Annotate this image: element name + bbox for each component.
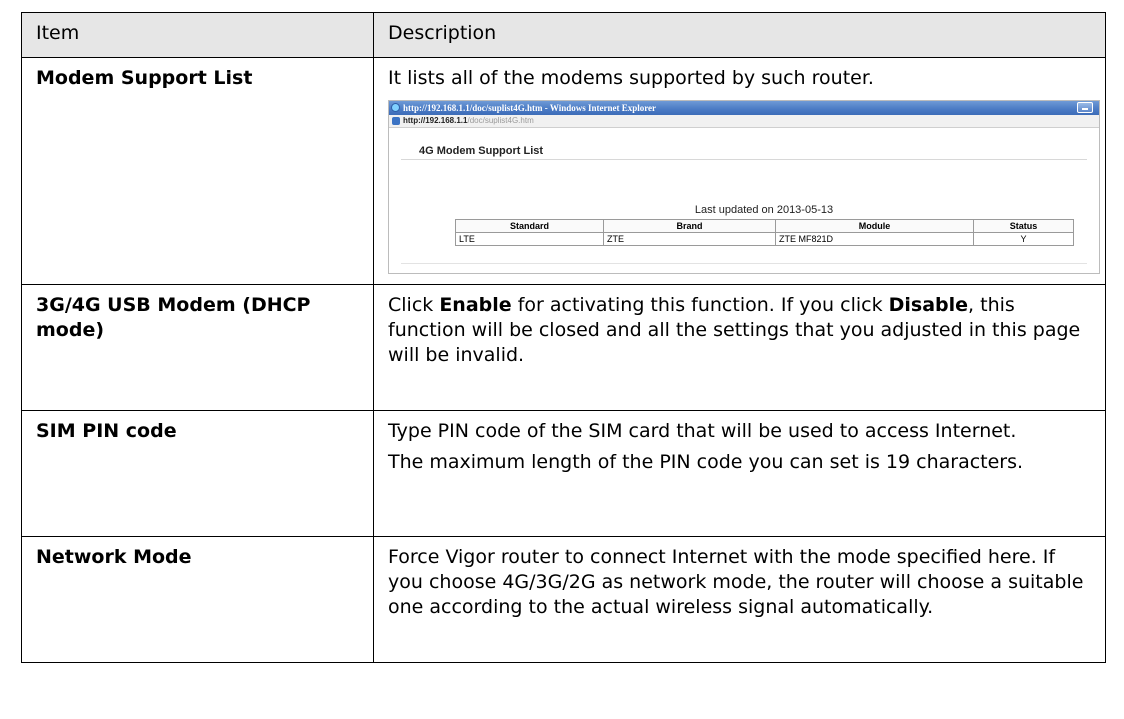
embedded-browser-screenshot: http://192.168.1.1/doc/suplist4G.htm - W… (388, 100, 1100, 274)
table-row: 3G/4G USB Modem (DHCP mode) Click Enable… (21, 284, 1106, 411)
item-description: It lists all of the modems supported by … (373, 57, 1106, 285)
support-list-title: 4G Modem Support List (419, 145, 544, 157)
item-description: Force Vigor router to connect Internet w… (373, 536, 1106, 663)
description-paragraph: Type PIN code of the SIM card that will … (388, 420, 1017, 442)
col-module: Module (775, 219, 974, 233)
browser-titlebar: http://192.168.1.1/doc/suplist4G.htm - W… (389, 101, 1099, 115)
table-row: Modem Support List It lists all of the m… (21, 57, 1106, 285)
enable-keyword: Enable (439, 294, 512, 316)
col-status: Status (973, 219, 1074, 233)
address-path: /doc/suplist4G.htm (467, 116, 534, 125)
item-description: Type PIN code of the SIM card that will … (373, 410, 1106, 537)
modem-table-row: LTE ZTE ZTE MF821D Y (455, 232, 1074, 246)
header-description: Description (373, 12, 1106, 58)
description-text: Click (388, 294, 440, 316)
table-header-row: Item Description (21, 12, 1106, 58)
page-icon (392, 117, 400, 125)
header-item: Item (21, 12, 374, 58)
cell-status: Y (973, 232, 1074, 246)
minimize-icon (1077, 102, 1093, 113)
item-name: Modem Support List (21, 57, 374, 285)
table-row: SIM PIN code Type PIN code of the SIM ca… (21, 410, 1106, 537)
disable-keyword: Disable (888, 294, 969, 316)
item-description: Click Enable for activating this functio… (373, 284, 1106, 411)
description-paragraph: The maximum length of the PIN code you c… (388, 451, 1024, 473)
ie-icon (391, 103, 400, 112)
item-name: Network Mode (21, 536, 374, 663)
address-bar: http://192.168.1.1/doc/suplist4G.htm (389, 115, 1099, 128)
modem-table: Standard Brand Module Status LTE ZTE ZTE… (455, 219, 1074, 246)
description-text: for activating this function. If you cli… (511, 294, 889, 316)
modem-table-header: Standard Brand Module Status (455, 219, 1074, 233)
description-text: It lists all of the modems supported by … (388, 67, 874, 89)
cell-standard: LTE (455, 232, 604, 246)
item-name: 3G/4G USB Modem (DHCP mode) (21, 284, 374, 411)
divider (401, 159, 1087, 160)
address-host: http://192.168.1.1 (403, 116, 468, 125)
col-brand: Brand (603, 219, 776, 233)
item-name: SIM PIN code (21, 410, 374, 537)
cell-brand: ZTE (603, 232, 776, 246)
divider (401, 263, 1087, 264)
description-table: Item Description Modem Support List It l… (21, 12, 1106, 663)
cell-module: ZTE MF821D (775, 232, 974, 246)
window-title: http://192.168.1.1/doc/suplist4G.htm - W… (403, 103, 657, 113)
table-row: Network Mode Force Vigor router to conne… (21, 536, 1106, 663)
col-standard: Standard (455, 219, 604, 233)
